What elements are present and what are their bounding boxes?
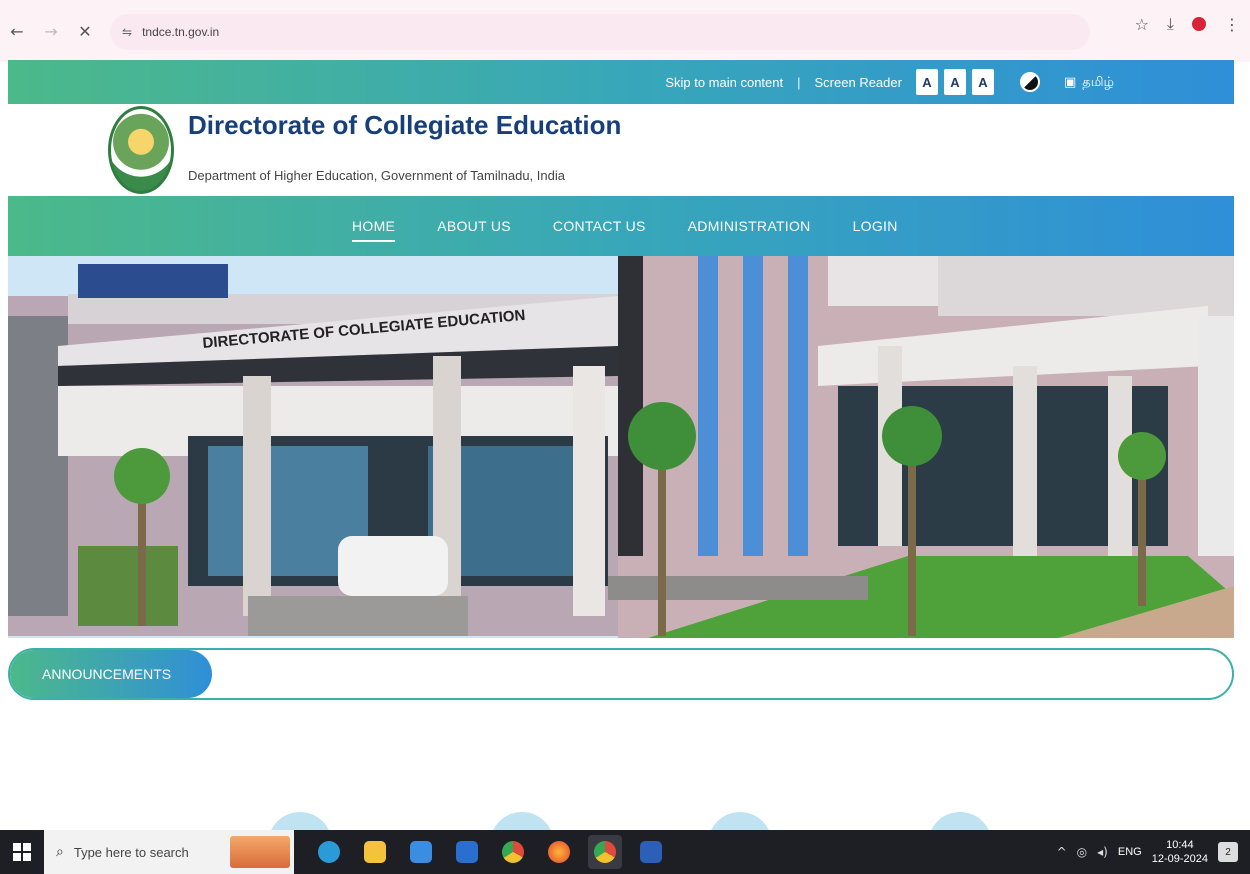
clock[interactable]: 10:44 12-09-2024 <box>1152 838 1208 866</box>
translate-icon: ▣ <box>1063 74 1077 90</box>
announcements-bar: ANNOUNCEMENTS <box>8 648 1234 700</box>
font-normal-button[interactable]: A <box>943 69 966 95</box>
close-icon[interactable]: ✕ <box>68 14 102 48</box>
forward-arrow-icon[interactable]: → <box>34 14 68 48</box>
browser-actions: ☆ ⤓ ⋮ <box>1135 14 1240 34</box>
windows-start-button[interactable] <box>0 830 44 874</box>
chrome-profile-app-icon[interactable] <box>588 835 622 869</box>
tamilnadu-emblem-logo <box>108 106 174 194</box>
chrome-app-icon[interactable] <box>496 835 530 869</box>
windows-logo-icon <box>13 843 31 861</box>
search-icon: ⌕ <box>56 844 64 860</box>
skip-to-main-link[interactable]: Skip to main content <box>665 75 783 90</box>
page-title: Directorate of Collegiate Education <box>188 110 622 140</box>
back-arrow-icon[interactable]: ← <box>0 14 34 48</box>
separator: | <box>797 74 801 90</box>
font-size-controls: A A A <box>915 69 994 95</box>
edge-app-icon[interactable] <box>312 835 346 869</box>
store-app-icon[interactable] <box>404 835 438 869</box>
page-subtitle: Department of Higher Education, Governme… <box>188 168 565 183</box>
system-tray: ^ ◎ ◂) ENG 10:44 12-09-2024 2 <box>1057 830 1238 874</box>
main-navigation: HOME ABOUT US CONTACT US ADMINISTRATION … <box>8 196 1234 256</box>
taskbar-apps <box>312 835 668 869</box>
notification-badge[interactable]: 2 <box>1218 842 1238 862</box>
chevron-up-icon[interactable]: ^ <box>1057 845 1067 859</box>
star-icon[interactable]: ☆ <box>1135 15 1149 34</box>
font-decrease-button[interactable]: A <box>915 69 938 95</box>
site-header: Directorate of Collegiate Education Depa… <box>8 104 1234 196</box>
menu-dots-icon[interactable]: ⋮ <box>1224 15 1240 34</box>
download-icon[interactable]: ⤓ <box>1167 14 1174 34</box>
windows-taskbar: ⌕ Type here to search ^ ◎ ◂) ENG 10:44 1… <box>0 830 1250 874</box>
accessibility-bar: Skip to main content | Screen Reader A A… <box>8 60 1234 104</box>
file-explorer-icon[interactable] <box>358 835 392 869</box>
address-bar[interactable]: ⇋ tndce.tn.gov.in <box>110 14 1090 50</box>
network-icon[interactable]: ◎ <box>1077 845 1087 859</box>
taskbar-search-placeholder[interactable]: Type here to search <box>74 845 189 860</box>
announcements-label[interactable]: ANNOUNCEMENTS <box>10 650 212 698</box>
taskbar-search[interactable]: ⌕ Type here to search <box>44 830 294 874</box>
browser-toolbar: ← → ✕ ⇋ tndce.tn.gov.in ☆ ⤓ ⋮ <box>0 0 1250 62</box>
language-indicator[interactable]: ENG <box>1118 846 1142 858</box>
site-info-icon[interactable]: ⇋ <box>122 25 132 39</box>
language-label[interactable]: தமிழ் <box>1082 74 1114 91</box>
volume-icon[interactable]: ◂) <box>1097 845 1108 859</box>
clock-date: 12-09-2024 <box>1151 853 1208 865</box>
search-highlight-image <box>230 836 290 868</box>
nav-home[interactable]: HOME <box>352 218 396 242</box>
contrast-icon[interactable] <box>1019 72 1040 92</box>
mail-app-icon[interactable] <box>450 835 484 869</box>
screen: ← → ✕ ⇋ tndce.tn.gov.in ☆ ⤓ ⋮ Skip to ma… <box>0 0 1250 874</box>
font-increase-button[interactable]: A <box>971 69 994 95</box>
screen-reader-link[interactable]: Screen Reader <box>815 75 902 90</box>
profile-avatar[interactable] <box>1192 17 1206 31</box>
nav-administration[interactable]: ADMINISTRATION <box>688 218 811 234</box>
hero-banner-image: DIRECTORATE OF COLLEGIATE EDUCATION <box>8 256 1234 638</box>
clock-time: 10:44 <box>1166 839 1194 851</box>
nav-login[interactable]: LOGIN <box>853 218 898 234</box>
nav-about-us[interactable]: ABOUT US <box>437 218 511 234</box>
nav-contact-us[interactable]: CONTACT US <box>553 218 646 234</box>
building-illustration: DIRECTORATE OF COLLEGIATE EDUCATION <box>8 256 1234 638</box>
firefox-app-icon[interactable] <box>542 835 576 869</box>
language-switch[interactable]: ▣ தமிழ் <box>1064 74 1114 91</box>
url-text[interactable]: tndce.tn.gov.in <box>142 25 219 39</box>
word-app-icon[interactable] <box>634 835 668 869</box>
